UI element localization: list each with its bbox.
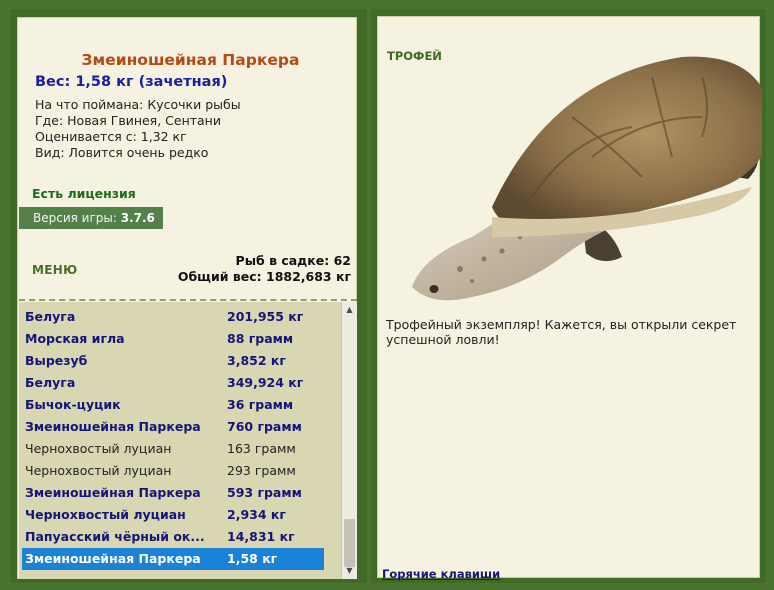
- fish-valued: Оценивается с: 1,32 кг: [35, 129, 187, 144]
- catch-weight: 293 грамм: [227, 463, 296, 478]
- trophy-text: Трофейный экземпляр! Кажется, вы открыли…: [386, 317, 737, 347]
- triangle-down-icon[interactable]: ▼: [342, 564, 357, 578]
- turtle-image: [412, 56, 762, 301]
- hotkeys-link[interactable]: Горячие клавиши: [382, 567, 500, 581]
- cage-total-weight: Общий вес: 1882,683 кг: [177, 269, 351, 284]
- catch-row[interactable]: Вырезуб 3,852 кг: [22, 350, 324, 372]
- license-status: Есть лицензия: [32, 186, 136, 201]
- selected-catch-row[interactable]: Змеиношейная Паркера 1,58 кг: [22, 548, 324, 570]
- catch-name: Чернохвостый луциан: [25, 441, 172, 456]
- catch-row[interactable]: Змеиношейная Паркера 760 грамм: [22, 416, 324, 438]
- catch-weight: 88 грамм: [227, 331, 294, 346]
- catch-name: Змеиношейная Паркера: [25, 485, 201, 500]
- catch-row[interactable]: Папуасский чёрный ок... 14,831 кг: [22, 526, 324, 548]
- catch-weight: 201,955 кг: [227, 309, 304, 324]
- fish-species: Вид: Ловится очень редко: [35, 145, 209, 160]
- scrollbar-thumb[interactable]: [344, 519, 355, 567]
- catch-name: Змеиношейная Паркера: [25, 419, 201, 434]
- menu-button[interactable]: МЕНЮ: [32, 263, 77, 277]
- catch-weight: 163 грамм: [227, 441, 296, 456]
- fish-location: Где: Новая Гвинея, Сентани: [35, 113, 221, 128]
- catch-weight: 14,831 кг: [227, 529, 295, 544]
- game-version: Версия игры: 3.7.6: [19, 207, 163, 229]
- catch-weight: 760 грамм: [227, 419, 302, 434]
- info-panel: Змеиношейная Паркера Вес: 1,58 кг (зачет…: [17, 17, 357, 579]
- fish-weight: Вес: 1,58 кг (зачетная): [35, 74, 228, 90]
- triangle-up-icon[interactable]: ▲: [342, 303, 357, 317]
- catch-weight: 36 грамм: [227, 397, 294, 412]
- info-panel-frame: Змеиношейная Паркера Вес: 1,58 кг (зачет…: [10, 9, 367, 583]
- catch-row[interactable]: Белуга 201,955 кг: [22, 306, 324, 328]
- catch-name: Змеиношейная Паркера: [25, 551, 201, 566]
- trophy-label: ТРОФЕЙ: [387, 49, 442, 63]
- fish-bait: На что поймана: Кусочки рыбы: [35, 97, 241, 112]
- catch-row[interactable]: Чернохвостый луциан 293 грамм: [22, 460, 324, 482]
- catch-weight: 1,58 кг: [227, 551, 278, 566]
- cage-count: Рыб в садке: 62: [235, 253, 351, 268]
- catch-weight: 2,934 кг: [227, 507, 286, 522]
- catch-list[interactable]: Белуга 201,955 кг Морская игла 88 грамм Выре…: [19, 302, 341, 579]
- catch-name: Белуга: [25, 309, 76, 324]
- catch-row[interactable]: Бычок-цуцик 36 грамм: [22, 394, 324, 416]
- catch-name: Морская игла: [25, 331, 125, 346]
- version-value: 3.7.6: [120, 211, 155, 225]
- catch-row[interactable]: Змеиношейная Паркера 593 грамм: [22, 482, 324, 504]
- catch-name: Белуга: [25, 375, 76, 390]
- version-label: Версия игры:: [33, 211, 117, 225]
- catch-weight: 593 грамм: [227, 485, 302, 500]
- catch-row[interactable]: Чернохвостый луциан 163 грамм: [22, 438, 324, 460]
- catch-weight: 349,924 кг: [227, 375, 304, 390]
- catch-name: Чернохвостый луциан: [25, 507, 186, 522]
- divider: [19, 299, 357, 301]
- trophy-panel: ТРОФЕЙ Трофейный экземпляр! Кажется, вы …: [377, 16, 762, 581]
- catch-row[interactable]: Белуга 349,924 кг: [22, 372, 324, 394]
- catch-name: Вырезуб: [25, 353, 88, 368]
- catch-name: Бычок-цуцик: [25, 397, 121, 412]
- fish-title: Змеиношейная Паркера: [81, 51, 300, 69]
- catch-name: Папуасский чёрный ок...: [25, 529, 205, 544]
- catch-weight: 3,852 кг: [227, 353, 286, 368]
- catch-row[interactable]: Чернохвостый луциан 2,934 кг: [22, 504, 324, 526]
- catch-row[interactable]: Морская игла 88 грамм: [22, 328, 324, 350]
- catch-name: Чернохвостый луциан: [25, 463, 172, 478]
- catch-list-scrollbar[interactable]: ▲ ▼: [341, 302, 357, 579]
- trophy-panel-frame: ТРОФЕЙ Трофейный экземпляр! Кажется, вы …: [371, 9, 766, 583]
